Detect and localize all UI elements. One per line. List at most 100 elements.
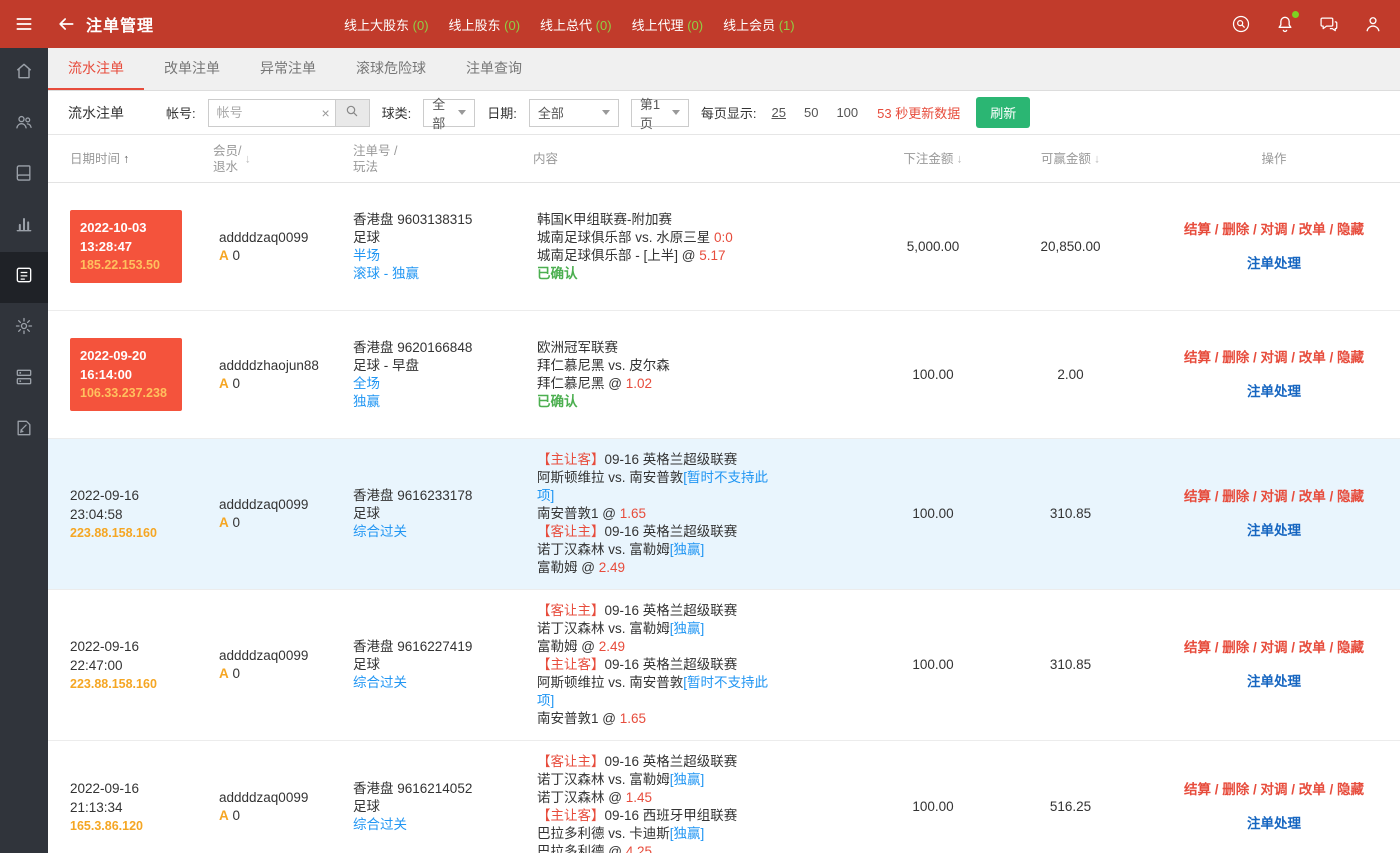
bell-icon[interactable] [1274, 13, 1296, 35]
action-swap[interactable]: 对调 [1261, 350, 1288, 365]
sidebar-item[interactable] [0, 48, 48, 99]
bet-date: 2022-10-03 [80, 218, 176, 237]
sidebar-item[interactable] [0, 99, 48, 150]
search-button[interactable] [336, 99, 370, 127]
action-hide[interactable]: 隐藏 [1337, 350, 1364, 365]
action-hide[interactable]: 隐藏 [1337, 489, 1364, 504]
action-swap[interactable]: 对调 [1261, 489, 1288, 504]
sidebar-item[interactable] [0, 252, 48, 303]
messages-icon[interactable] [1318, 13, 1340, 35]
action-modify[interactable]: 改单 [1299, 489, 1326, 504]
action-settle[interactable]: 结算 [1184, 489, 1211, 504]
action-modify[interactable]: 改单 [1299, 350, 1326, 365]
sort-desc-icon[interactable]: ↓ [241, 151, 250, 165]
sidebar-item[interactable] [0, 150, 48, 201]
column-header-label: 可赢金额 [1041, 151, 1091, 167]
content-text: 09-16 英格兰超级联赛 [605, 524, 738, 539]
tab-modified-orders[interactable]: 改单注单 [144, 48, 240, 90]
tab-rolling-danger[interactable]: 滚球危险球 [336, 48, 446, 90]
date-select[interactable]: 全部 [529, 99, 619, 127]
sidebar-item[interactable] [0, 303, 48, 354]
cell-content: 【客让主】09-16 英格兰超级联赛诺丁汉森林 vs. 富勒姆[独赢]富勒姆 @… [533, 602, 873, 728]
action-settle[interactable]: 结算 [1184, 222, 1211, 237]
sport-type: 足球 [353, 229, 533, 247]
content-text: 09-16 英格兰超级联赛 [605, 452, 738, 467]
win-amount: 2.00 [993, 366, 1148, 384]
action-delete[interactable]: 删除 [1222, 640, 1249, 655]
sidebar-item[interactable] [0, 354, 48, 405]
column-header[interactable]: 可赢金额 ↓ [993, 151, 1148, 167]
topbar-link[interactable]: 线上会员 (1) [723, 15, 795, 34]
column-header[interactable]: 日期时间 ↑ [48, 151, 213, 167]
action-modify[interactable]: 改单 [1299, 782, 1326, 797]
action-process[interactable]: 注单处理 [1148, 383, 1400, 401]
content-line: 诺丁汉森林 vs. 富勒姆[独赢] [537, 620, 783, 638]
action-process[interactable]: 注单处理 [1148, 522, 1400, 540]
action-hide[interactable]: 隐藏 [1337, 782, 1364, 797]
topbar-link[interactable]: 线上代理 (0) [632, 15, 704, 34]
action-delete[interactable]: 删除 [1222, 350, 1249, 365]
play-type-link[interactable]: 全场 [353, 375, 533, 393]
topbar-link-label: 线上代理 [632, 18, 684, 33]
account-input[interactable] [208, 99, 336, 127]
action-delete[interactable]: 删除 [1222, 489, 1249, 504]
action-hide[interactable]: 隐藏 [1337, 222, 1364, 237]
action-swap[interactable]: 对调 [1261, 782, 1288, 797]
cell-datetime: 2022-09-1623:04:58223.88.158.160 [48, 486, 213, 543]
column-header-label: 下注金额 [903, 151, 953, 167]
chevron-down-icon [672, 110, 680, 115]
user-icon[interactable] [1362, 13, 1384, 35]
play-type-link[interactable]: 综合过关 [353, 674, 533, 692]
per-page-option-100[interactable]: 100 [836, 105, 858, 120]
users-icon [14, 112, 34, 137]
action-process[interactable]: 注单处理 [1148, 673, 1400, 691]
tab-flow-orders[interactable]: 流水注单 [48, 48, 144, 90]
column-header[interactable]: 下注金额 ↓ [873, 151, 993, 167]
content-text: 拜仁慕尼黑 @ [537, 376, 626, 391]
action-settle[interactable]: 结算 [1184, 640, 1211, 655]
clear-icon[interactable]: × [321, 106, 329, 120]
bet-time: 16:14:00 [80, 365, 176, 384]
action-separator: / [1249, 222, 1260, 237]
action-separator: / [1326, 782, 1337, 797]
cell-bet-number: 香港盘 9616214052足球综合过关 [353, 780, 533, 834]
tab-abnormal-orders[interactable]: 异常注单 [240, 48, 336, 90]
sidebar-item[interactable] [0, 405, 48, 456]
action-process[interactable]: 注单处理 [1148, 815, 1400, 833]
action-modify[interactable]: 改单 [1299, 640, 1326, 655]
topbar-link[interactable]: 线上总代 (0) [540, 15, 612, 34]
play-type-link[interactable]: 综合过关 [353, 816, 533, 834]
action-modify[interactable]: 改单 [1299, 222, 1326, 237]
refresh-button[interactable]: 刷新 [976, 97, 1030, 128]
page-select[interactable]: 第1页 [631, 99, 689, 127]
play-type-link[interactable]: 半场 [353, 247, 533, 265]
per-page-option-50[interactable]: 50 [804, 105, 818, 120]
column-header[interactable]: 会员/ 退水 ↓ [213, 143, 353, 175]
action-delete[interactable]: 删除 [1222, 782, 1249, 797]
ball-type-select[interactable]: 全部 [423, 99, 475, 127]
search-circle-icon[interactable] [1230, 13, 1252, 35]
back-icon[interactable] [48, 0, 84, 48]
action-swap[interactable]: 对调 [1261, 640, 1288, 655]
action-process[interactable]: 注单处理 [1148, 255, 1400, 273]
play-type-link[interactable]: 综合过关 [353, 523, 533, 541]
tab-order-query[interactable]: 注单查询 [446, 48, 542, 90]
action-hide[interactable]: 隐藏 [1337, 640, 1364, 655]
sort-asc-icon[interactable]: ↑ [120, 151, 129, 165]
cell-content: 【客让主】09-16 英格兰超级联赛诺丁汉森林 vs. 富勒姆[独赢]诺丁汉森林… [533, 753, 873, 853]
market-tag: [独赢] [670, 542, 705, 557]
play-type-link[interactable]: 滚球 - 独赢 [353, 265, 533, 283]
sort-desc-icon[interactable]: ↓ [953, 151, 962, 165]
action-settle[interactable]: 结算 [1184, 782, 1211, 797]
sort-desc-icon[interactable]: ↓ [1091, 151, 1100, 165]
action-swap[interactable]: 对调 [1261, 222, 1288, 237]
sidebar-item[interactable] [0, 201, 48, 252]
topbar-link[interactable]: 线上大股东 (0) [344, 15, 429, 34]
topbar-link[interactable]: 线上股东 (0) [449, 15, 521, 34]
action-settle[interactable]: 结算 [1184, 350, 1211, 365]
menu-icon[interactable] [0, 0, 48, 48]
play-type-link[interactable]: 独赢 [353, 393, 533, 411]
action-delete[interactable]: 删除 [1222, 222, 1249, 237]
per-page-option-25[interactable]: 25 [772, 105, 786, 120]
cell-member: addddzaq0099A 0 [213, 229, 353, 265]
